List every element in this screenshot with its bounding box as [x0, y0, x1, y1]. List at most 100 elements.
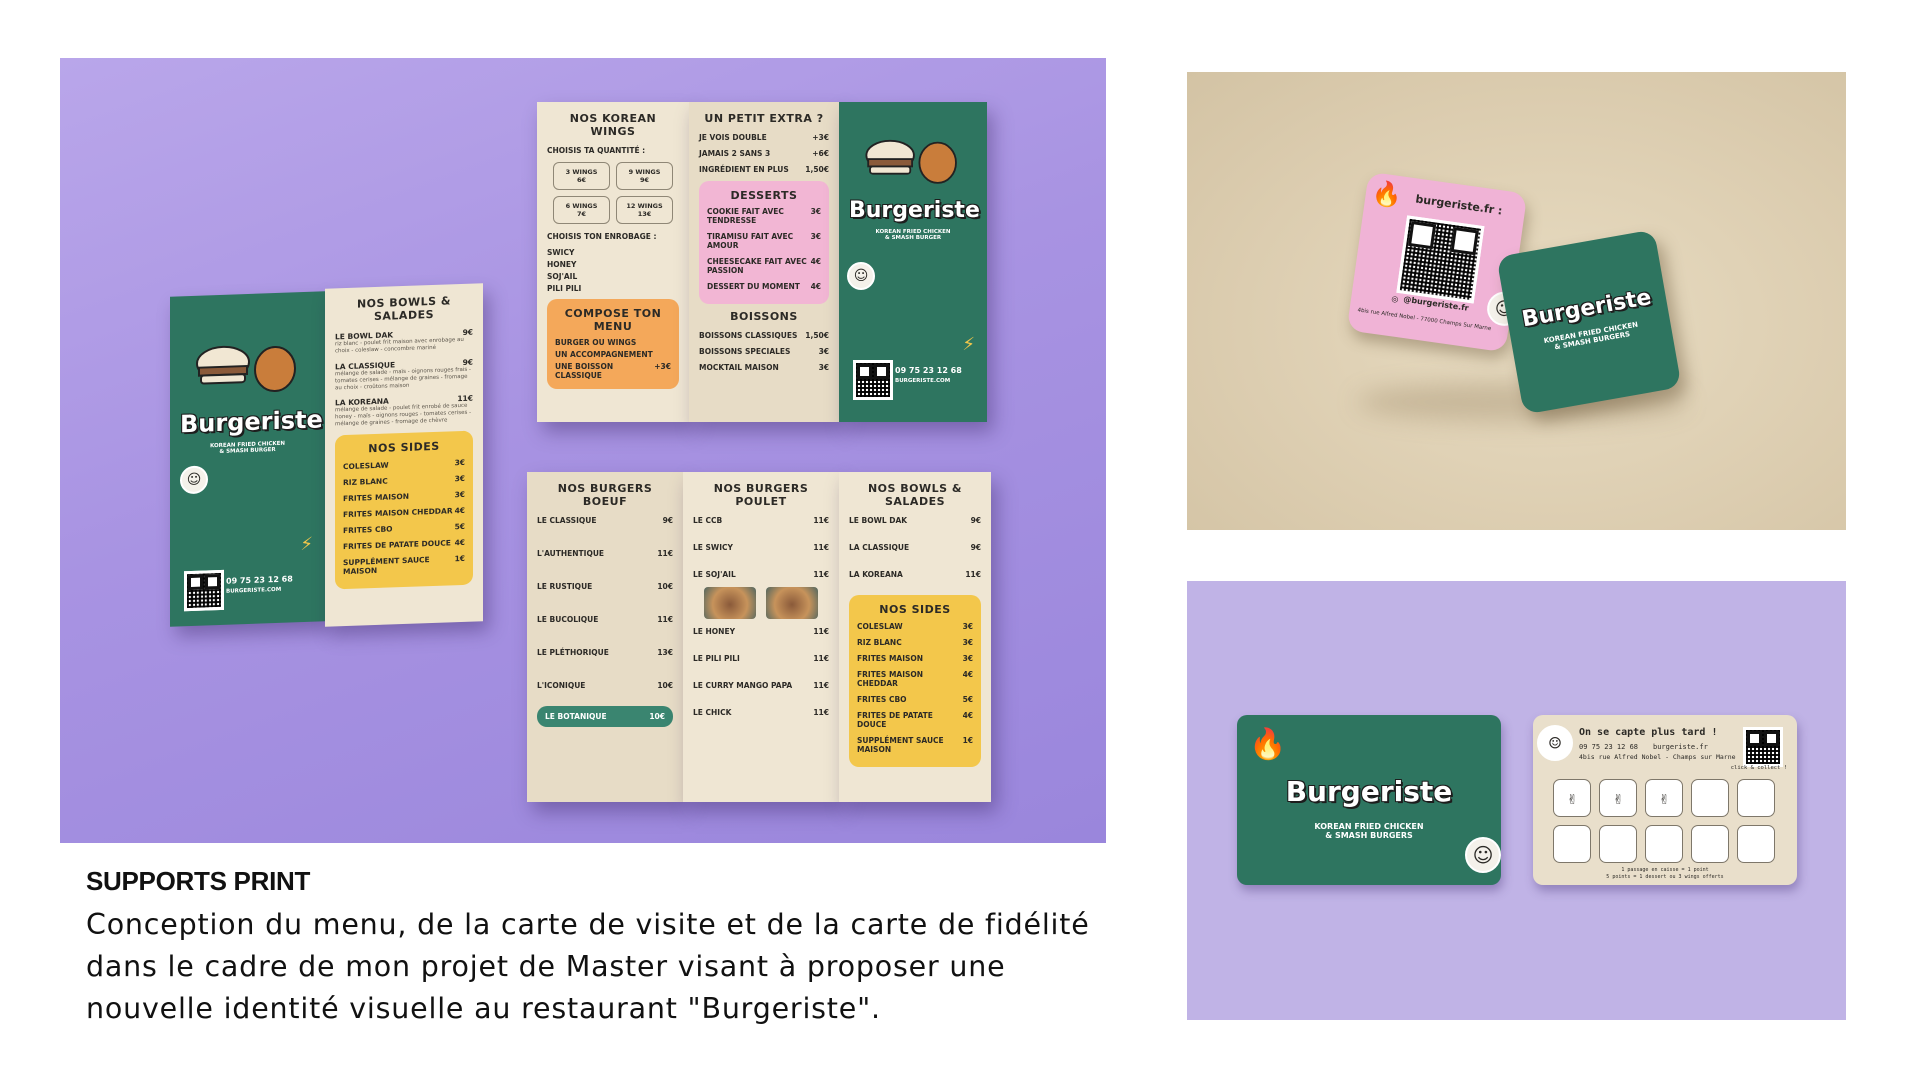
- section-title-extra: UN PETIT EXTRA ?: [704, 112, 824, 125]
- menu-item-desc: mélange de salade - maïs - oignons rouge…: [335, 366, 471, 391]
- menu-item-name: LA KOREANA: [849, 570, 903, 579]
- menu-item-name: FRITES CBO: [857, 695, 907, 704]
- burger-chicken-illustration: [195, 345, 296, 393]
- menu-item-price: 3€: [962, 622, 973, 631]
- menu-item-price: 9€: [462, 357, 473, 367]
- menu-item-name: FRITES MAISON CHEDDAR: [343, 506, 453, 520]
- qr-code: [1743, 727, 1783, 767]
- coating-item: SOJ'AIL: [547, 272, 578, 281]
- desserts-box: DESSERTS COOKIE FAIT AVEC TENDRESSE 3€ TI…: [699, 181, 829, 304]
- menu-item-price: 1€: [962, 736, 973, 745]
- section-title-bowls: NOS BOWLS & SALADES: [356, 294, 452, 324]
- menu-item-name: L'AUTHENTIQUE: [537, 549, 605, 558]
- menu-item-name: FRITES MAISON CHEDDAR: [857, 670, 924, 688]
- card-website-label: burgeriste.fr :: [1414, 192, 1504, 218]
- coating-item: PILI PILI: [547, 284, 582, 293]
- menu-item-name: LE RUSTIQUE: [537, 582, 593, 591]
- stamp-grid: ✌ ✌ ✌: [1553, 779, 1775, 863]
- menu-item-name: RIZ BLANC: [343, 476, 388, 488]
- menu-item-name: LE CURRY MANGO PAPA: [693, 681, 793, 690]
- menu-item-name: FRITES DE PATATE DOUCE: [857, 711, 933, 729]
- stamp-filled: ✌: [1645, 779, 1683, 817]
- loyalty-phone: 09 75 23 12 68: [1579, 743, 1639, 751]
- fire-icon: 🔥: [1249, 727, 1287, 762]
- menu-item-name: RIZ BLANC: [857, 638, 902, 647]
- menu-item-price: 3€: [818, 363, 829, 372]
- smiley-icon: ☺: [180, 465, 208, 495]
- qr-code: [853, 360, 893, 400]
- menu-item-name: COLESLAW: [343, 460, 389, 472]
- menu-item-price: 3€: [810, 207, 821, 216]
- wing-option: 12 WINGS 13€: [616, 196, 673, 224]
- menu-item-name: LE PLÉTHORIQUE: [537, 648, 609, 657]
- compose-item: UN ACCOMPAGNEMENT: [555, 350, 653, 359]
- menu-item-name: LE BOTANIQUE: [545, 712, 607, 721]
- menu-item-price: 4€: [454, 537, 465, 548]
- brand-phone: 09 75 23 12 68: [226, 574, 293, 586]
- stamp-empty: [1599, 825, 1637, 863]
- brand-logo: Burgeriste: [849, 198, 980, 223]
- menu-item-name: INGRÉDIENT EN PLUS: [699, 165, 789, 174]
- menu-item-price: 5€: [454, 521, 465, 532]
- menu-top-panel-2: UN PETIT EXTRA ? JE VOIS DOUBLE +3€ JAMAI…: [689, 102, 839, 422]
- menu-item-price: 11€: [813, 627, 829, 636]
- menu-item-name: BOISSONS SPECIALES: [699, 347, 791, 356]
- menu-item-price: 3€: [454, 489, 465, 500]
- menu-item-name: SUPPLÉMENT SAUCE MAISON: [343, 555, 430, 577]
- menu-item-price: 13€: [657, 648, 673, 657]
- lightning-icon: ⚡: [300, 533, 313, 556]
- menu-item-price: 11€: [813, 654, 829, 663]
- brand-website: BURGERISTE.COM: [895, 378, 951, 384]
- menu-item-price: 4€: [454, 505, 465, 516]
- section-title-wings: NOS KOREAN WINGS: [569, 112, 657, 138]
- menu-item-price: 3€: [818, 347, 829, 356]
- stamp-empty: [1691, 779, 1729, 817]
- menu-item-price: 11€: [813, 681, 829, 690]
- qr-code: [1396, 215, 1485, 304]
- coating-item: HONEY: [547, 260, 577, 269]
- menu-item-price: +6€: [812, 149, 829, 158]
- menu-item-price: 5€: [962, 695, 973, 704]
- menu-item-name: LA CLASSIQUE: [849, 543, 910, 552]
- burger-photos: [693, 587, 829, 619]
- brand-phone: 09 75 23 12 68: [895, 366, 962, 375]
- qr-code: [184, 569, 224, 612]
- menu-item-desc: mélange de salade - poulet frit enrobé d…: [335, 403, 472, 428]
- menu-item-price: 4€: [962, 711, 973, 720]
- smiley-icon: ☺: [1537, 725, 1573, 761]
- menu-item-price: 9€: [662, 516, 673, 525]
- loyalty-card-mockup-photo: 🔥 Burgeriste KOREAN FRIED CHICKEN & SMAS…: [1187, 581, 1846, 1020]
- stamp-empty: [1737, 779, 1775, 817]
- menu-item-price: 1,50€: [805, 165, 829, 174]
- stamp-empty: [1691, 825, 1729, 863]
- burger-photo: [766, 587, 818, 619]
- loyalty-website: burgeriste.fr: [1653, 743, 1708, 751]
- menu-item-price: 10€: [657, 582, 673, 591]
- sides-box: NOS SIDES COLESLAW 3€ RIZ BLANC 3€ FRITES …: [335, 430, 473, 590]
- smiley-icon: ☺: [847, 262, 875, 290]
- menu-item-name: JE VOIS DOUBLE: [699, 133, 767, 142]
- menu-item-name: CHEESECAKE FAIT AVEC PASSION: [707, 257, 807, 275]
- menu-item-price: 3€: [454, 473, 465, 484]
- brand-logo: Burgeriste: [1285, 775, 1453, 808]
- menu-item-name: FRITES DE PATATE DOUCE: [343, 538, 451, 552]
- wing-option: 6 WINGS 7€: [553, 196, 610, 224]
- menu-item-name: LE PILI PILI: [693, 654, 740, 663]
- click-collect-label: click & collect !: [1730, 765, 1787, 771]
- menu-item-price: 9€: [970, 543, 981, 552]
- stamp-empty: [1645, 825, 1683, 863]
- stamp-empty: [1737, 825, 1775, 863]
- card-address: 4bis rue Alfred Nobel - 77000 Champs Sur…: [1357, 307, 1492, 333]
- menu-item-name: LE CHICK: [693, 708, 732, 717]
- burger-chicken-illustration: [865, 139, 957, 184]
- section-title-drinks: BOISSONS: [730, 310, 798, 323]
- loyalty-heading: On se capte plus tard !: [1579, 727, 1718, 738]
- menu-item-name: DESSERT DU MOMENT: [707, 282, 800, 291]
- stamp-empty: [1553, 825, 1591, 863]
- menu-item-name: LE HONEY: [693, 627, 735, 636]
- menu-item-name: TIRAMISU FAIT AVEC AMOUR: [707, 232, 794, 250]
- menu-bottom-panel-chicken: NOS BURGERS POULET LE CCB 11€ LE SWICY 11€…: [683, 472, 839, 802]
- menu-cover-panel: Burgeriste KOREAN FRIED CHICKEN & SMASH …: [170, 291, 325, 627]
- caption-title: SUPPORTS PRINT: [86, 866, 311, 896]
- section-title-bowls: NOS BOWLS & SALADES: [867, 482, 963, 508]
